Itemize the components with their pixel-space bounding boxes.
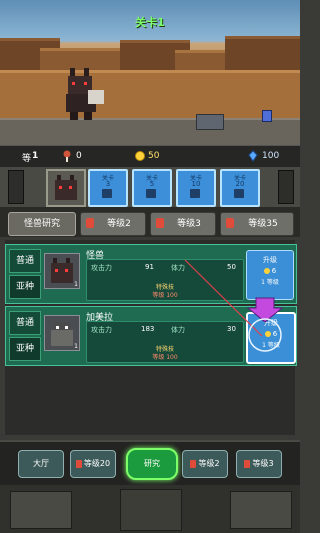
nav-level-20-button[interactable]: 等级20	[70, 450, 116, 478]
nav-level-3-button[interactable]: 等级3	[236, 450, 282, 478]
nav-level-2-button[interactable]: 等级2	[182, 450, 228, 478]
bottom-nav: 大厅 等级20 研究 等级2 等级3	[0, 440, 300, 487]
nav-label: 等级3	[252, 459, 274, 468]
lock-icon	[75, 459, 82, 468]
nav-label: 等级2	[198, 459, 220, 468]
lock-icon	[244, 459, 251, 468]
nav-research-button[interactable]: 研究	[126, 448, 178, 480]
metal-base-decoration	[0, 485, 300, 533]
lock-icon	[190, 459, 197, 468]
nav-label: 等级20	[83, 459, 111, 468]
highlight-ring-icon	[248, 318, 282, 352]
nav-lobby-button[interactable]: 大厅	[18, 450, 64, 478]
guide-line	[184, 259, 263, 337]
